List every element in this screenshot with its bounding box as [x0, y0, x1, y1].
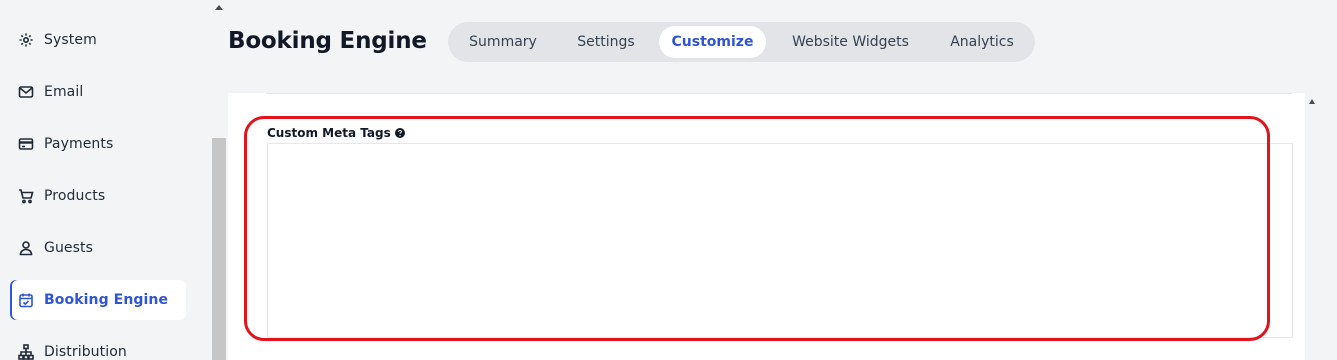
tab-settings[interactable]: Settings [562, 26, 650, 58]
scroll-up-arrow-icon[interactable] [1309, 99, 1315, 104]
mail-icon [18, 84, 34, 100]
divider [266, 93, 1292, 94]
question-circle-icon[interactable] [394, 128, 405, 138]
sidebar-item-label: Products [44, 188, 106, 204]
custom-meta-tags-textarea[interactable] [267, 143, 1293, 338]
sidebar-item-label: Distribution [44, 344, 127, 360]
sidebar-item-label: System [44, 32, 97, 48]
custom-meta-tags-label: Custom Meta Tags [267, 126, 405, 140]
sidebar-item-products[interactable]: Products [10, 176, 186, 216]
credit-card-icon [18, 136, 34, 152]
user-icon [18, 240, 34, 256]
sidebar-item-label: Payments [44, 136, 114, 152]
sitemap-icon [18, 344, 34, 360]
sidebar-item-system[interactable]: System [10, 20, 186, 60]
sidebar-item-label: Email [44, 84, 84, 100]
sidebar-scrollbar-thumb[interactable] [212, 138, 226, 360]
sidebar-item-distribution[interactable]: Distribution [10, 332, 186, 360]
content-panel: Custom Meta Tags [228, 93, 1305, 360]
tab-analytics[interactable]: Analytics [932, 26, 1032, 58]
sidebar-item-payments[interactable]: Payments [10, 124, 186, 164]
tab-website-widgets[interactable]: Website Widgets [774, 26, 927, 58]
sidebar-item-label: Guests [44, 240, 94, 256]
gear-icon [18, 32, 34, 48]
sidebar-item-guests[interactable]: Guests [10, 228, 186, 268]
main-scrollbar[interactable] [1305, 93, 1321, 360]
tab-summary[interactable]: Summary [450, 26, 556, 58]
custom-meta-tags-label-text: Custom Meta Tags [267, 126, 391, 140]
sidebar-item-email[interactable]: Email [10, 72, 186, 112]
scroll-up-arrow-icon[interactable] [215, 5, 223, 10]
cart-icon [18, 188, 34, 204]
tab-customize[interactable]: Customize [659, 26, 766, 58]
sidebar-scrollbar[interactable] [212, 0, 226, 360]
tab-bar: Summary Settings Customize Website Widge… [448, 22, 1035, 62]
page-title: Booking Engine [228, 28, 427, 54]
calendar-check-icon [18, 292, 34, 308]
sidebar-item-label: Booking Engine [44, 292, 169, 308]
sidebar-item-booking-engine[interactable]: Booking Engine [10, 280, 186, 320]
sidebar: System Email Payments Products Guests Bo… [0, 0, 212, 360]
